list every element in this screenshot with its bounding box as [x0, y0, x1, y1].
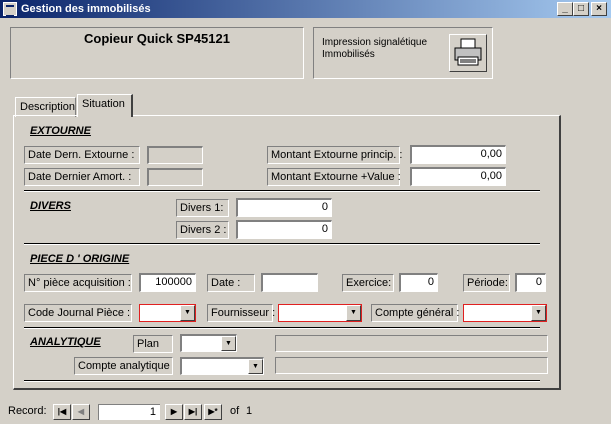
montant-value-field[interactable]: 0,00 [410, 167, 506, 186]
chevron-down-icon[interactable]: ▼ [221, 336, 236, 351]
tab-situation[interactable]: Situation [77, 94, 133, 117]
title-bar: Gestion des immobilisés [0, 0, 611, 18]
plan-combo[interactable]: ▼ [180, 334, 237, 352]
print-label-line2: Immobilisés [322, 49, 375, 60]
periode-label: Période: [463, 274, 510, 292]
compte-general-combo[interactable]: ▼ [463, 304, 547, 322]
divers1-label: Divers 1: [176, 199, 229, 217]
next-record-button[interactable]: ▶ [165, 404, 183, 420]
tab-description[interactable]: Description [15, 97, 76, 117]
fournisseur-combo[interactable]: ▼ [278, 304, 362, 322]
window-title: Gestion des immobilisés [21, 3, 151, 15]
divider [24, 327, 540, 329]
asset-header-box: Copieur Quick SP45121 [10, 27, 304, 79]
divider [24, 243, 540, 245]
periode-field[interactable]: 0 [515, 273, 546, 292]
print-label-line1: Impression signalétique [322, 37, 428, 48]
exercice-label: Exercice: [342, 274, 394, 292]
code-journal-combo[interactable]: ▼ [139, 304, 196, 322]
chevron-down-icon[interactable]: ▼ [180, 305, 195, 321]
plan-description [275, 335, 548, 352]
asset-name: Copieur Quick SP45121 [84, 31, 230, 46]
close-button[interactable]: × [591, 2, 607, 16]
chevron-down-icon[interactable]: ▼ [248, 359, 263, 374]
fournisseur-label: Fournisseur : [207, 304, 275, 322]
num-piece-field[interactable]: 100000 [139, 273, 196, 292]
divider [24, 190, 540, 192]
print-button[interactable] [449, 34, 487, 72]
date-dern-extourne-field[interactable] [147, 146, 203, 164]
divers1-field[interactable]: 0 [236, 198, 332, 217]
montant-princip-field[interactable]: 0,00 [410, 145, 506, 164]
divider [24, 380, 540, 382]
record-label: Record: [8, 405, 47, 417]
divers-heading: DIVERS [30, 200, 71, 212]
date-field[interactable] [261, 273, 318, 292]
code-journal-label: Code Journal Pièce : [24, 304, 132, 322]
compte-analytique-description [275, 357, 548, 374]
print-box: Impression signalétique Immobilisés [313, 27, 493, 79]
montant-value-label: Montant Extourne +Value : [267, 168, 401, 186]
printer-icon [454, 38, 482, 66]
maximize-button[interactable]: □ [573, 2, 589, 16]
divers2-field[interactable]: 0 [236, 220, 332, 239]
prev-record-button[interactable]: ◀ [72, 404, 90, 420]
num-piece-label: N° pièce acquisition : [24, 274, 132, 292]
analytique-heading: ANALYTIQUE [30, 336, 101, 348]
exercice-field[interactable]: 0 [399, 273, 438, 292]
record-number-input[interactable]: 1 [98, 404, 160, 420]
divers2-label: Divers 2 : [176, 221, 229, 239]
date-dernier-amort-label: Date Dernier Amort. : [24, 168, 140, 186]
last-record-button[interactable]: ▶| [184, 404, 202, 420]
form-icon [3, 2, 17, 17]
date-dernier-amort-field[interactable] [147, 168, 203, 186]
compte-analytique-combo[interactable]: ▼ [180, 357, 264, 375]
date-label: Date : [207, 274, 255, 292]
compte-general-label: Compte général : [371, 304, 459, 322]
piece-origine-heading: PIECE D ' ORIGINE [30, 253, 130, 265]
compte-analytique-label: Compte analytique [74, 357, 173, 375]
plan-label: Plan [133, 335, 173, 353]
first-record-button[interactable]: |◀ [53, 404, 71, 420]
record-total: 1 [246, 405, 253, 417]
extourne-heading: EXTOURNE [30, 125, 91, 137]
montant-princip-label: Montant Extourne princip. : [267, 146, 402, 164]
chevron-down-icon[interactable]: ▼ [346, 305, 361, 321]
minimize-button[interactable]: _ [557, 2, 573, 16]
new-record-button[interactable]: ▶* [204, 404, 222, 420]
date-dern-extourne-label: Date Dern. Extourne : [24, 146, 140, 164]
record-of-label: of [230, 405, 240, 417]
chevron-down-icon[interactable]: ▼ [531, 305, 546, 321]
